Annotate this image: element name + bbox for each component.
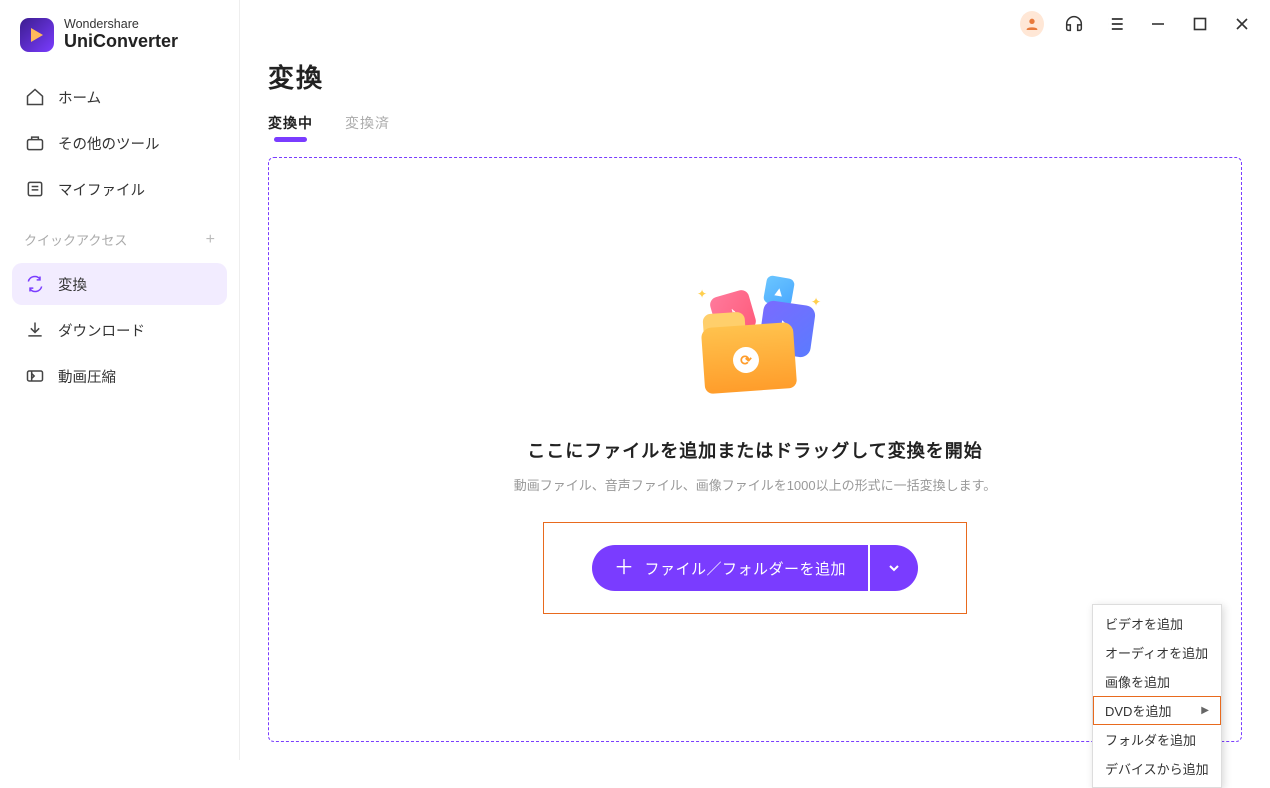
main-area: 変換 変換中 変換済 ✦ ▲ ♪ ⟳ ✦ (240, 0, 1270, 760)
sidebar-item-label: 変換 (58, 274, 87, 295)
minimize-button[interactable] (1146, 12, 1170, 36)
sidebar-item-label: マイファイル (58, 179, 145, 200)
tab-converting[interactable]: 変換中 (268, 113, 313, 139)
toolbox-icon (24, 132, 46, 154)
logo-text: Wondershare UniConverter (64, 18, 178, 52)
sidebar-item-my-files[interactable]: マイファイル (12, 168, 227, 210)
maximize-icon (1193, 17, 1207, 31)
sidebar-item-other-tools[interactable]: その他のツール (12, 122, 227, 164)
files-icon (24, 178, 46, 200)
add-button-highlight: ＋ ファイル／フォルダーを追加 (543, 522, 967, 614)
menu-item-add-image[interactable]: 画像を追加 (1093, 667, 1221, 696)
maximize-button[interactable] (1188, 12, 1212, 36)
dropzone-subtext: 動画ファイル、音声ファイル、画像ファイルを1000以上の形式に一括変換します。 (514, 475, 997, 494)
menu-item-add-dvd[interactable]: DVDを追加 ▶ (1093, 696, 1221, 725)
menu-button[interactable] (1104, 12, 1128, 36)
titlebar (240, 0, 1270, 40)
minimize-icon (1150, 16, 1166, 32)
menu-item-add-folder[interactable]: フォルダを追加 (1093, 725, 1221, 754)
dropzone-headline: ここにファイルを追加またはドラッグして変換を開始 (527, 437, 982, 463)
menu-item-add-audio[interactable]: オーディオを追加 (1093, 638, 1221, 667)
quick-access-nav: 変換 ダウンロード 動画圧縮 (0, 257, 239, 403)
tab-converted[interactable]: 変換済 (345, 113, 390, 139)
list-icon (1106, 14, 1126, 34)
home-icon (24, 86, 46, 108)
sidebar-item-download[interactable]: ダウンロード (12, 309, 227, 351)
logo-badge-icon (20, 18, 54, 52)
download-icon (24, 319, 46, 341)
sidebar-item-compress[interactable]: 動画圧縮 (12, 355, 227, 397)
menu-item-label: 画像を追加 (1105, 672, 1170, 691)
sidebar-item-home[interactable]: ホーム (12, 76, 227, 118)
tab-label: 変換済 (345, 115, 390, 131)
sidebar-nav: ホーム その他のツール マイファイル (0, 70, 239, 216)
sidebar-item-label: ホーム (58, 87, 101, 108)
sidebar: Wondershare UniConverter ホーム その他のツール (0, 0, 240, 760)
compress-icon (24, 365, 46, 387)
menu-item-add-from-device[interactable]: デバイスから追加 (1093, 754, 1221, 783)
menu-item-label: DVDを追加 (1105, 701, 1171, 720)
sparkle-icon: ✦ (697, 287, 707, 301)
dropzone-illustration: ✦ ▲ ♪ ⟳ ✦ (695, 285, 815, 405)
menu-item-label: オーディオを追加 (1105, 643, 1208, 662)
support-button[interactable] (1062, 12, 1086, 36)
account-button[interactable] (1020, 12, 1044, 36)
chevron-down-icon (887, 561, 901, 575)
close-icon (1234, 16, 1250, 32)
sidebar-item-label: 動画圧縮 (58, 366, 116, 387)
plus-icon: ＋ (614, 558, 635, 578)
add-files-dropdown-button[interactable] (870, 545, 918, 591)
tabs: 変換中 変換済 (268, 113, 1242, 139)
page-title: 変換 (268, 58, 1242, 95)
add-button-label: ファイル／フォルダーを追加 (644, 558, 846, 579)
submenu-arrow-icon: ▶ (1201, 705, 1209, 716)
menu-item-label: デバイスから追加 (1105, 759, 1209, 778)
add-quick-access-button[interactable]: + (206, 231, 215, 249)
add-files-button[interactable]: ＋ ファイル／フォルダーを追加 (592, 545, 868, 591)
brand-company: Wondershare (64, 18, 178, 32)
add-button-group: ＋ ファイル／フォルダーを追加 (592, 545, 918, 591)
quick-access-label: クイックアクセス (24, 230, 127, 249)
tab-label: 変換中 (268, 115, 313, 131)
menu-item-label: ビデオを追加 (1105, 614, 1183, 633)
add-type-menu: ビデオを追加 オーディオを追加 画像を追加 DVDを追加 ▶ フォルダを追加 デ… (1092, 604, 1222, 788)
convert-icon (24, 273, 46, 295)
menu-item-label: フォルダを追加 (1105, 730, 1196, 749)
avatar-icon (1020, 11, 1044, 37)
sidebar-item-label: その他のツール (58, 133, 160, 154)
headset-icon (1063, 13, 1085, 35)
menu-item-add-video[interactable]: ビデオを追加 (1093, 609, 1221, 638)
sidebar-item-convert[interactable]: 変換 (12, 263, 227, 305)
quick-access-header: クイックアクセス + (0, 216, 239, 257)
close-button[interactable] (1230, 12, 1254, 36)
sidebar-item-label: ダウンロード (58, 320, 145, 341)
brand-product: UniConverter (64, 32, 178, 52)
sparkle-icon: ✦ (811, 295, 821, 309)
app-logo: Wondershare UniConverter (0, 14, 239, 70)
